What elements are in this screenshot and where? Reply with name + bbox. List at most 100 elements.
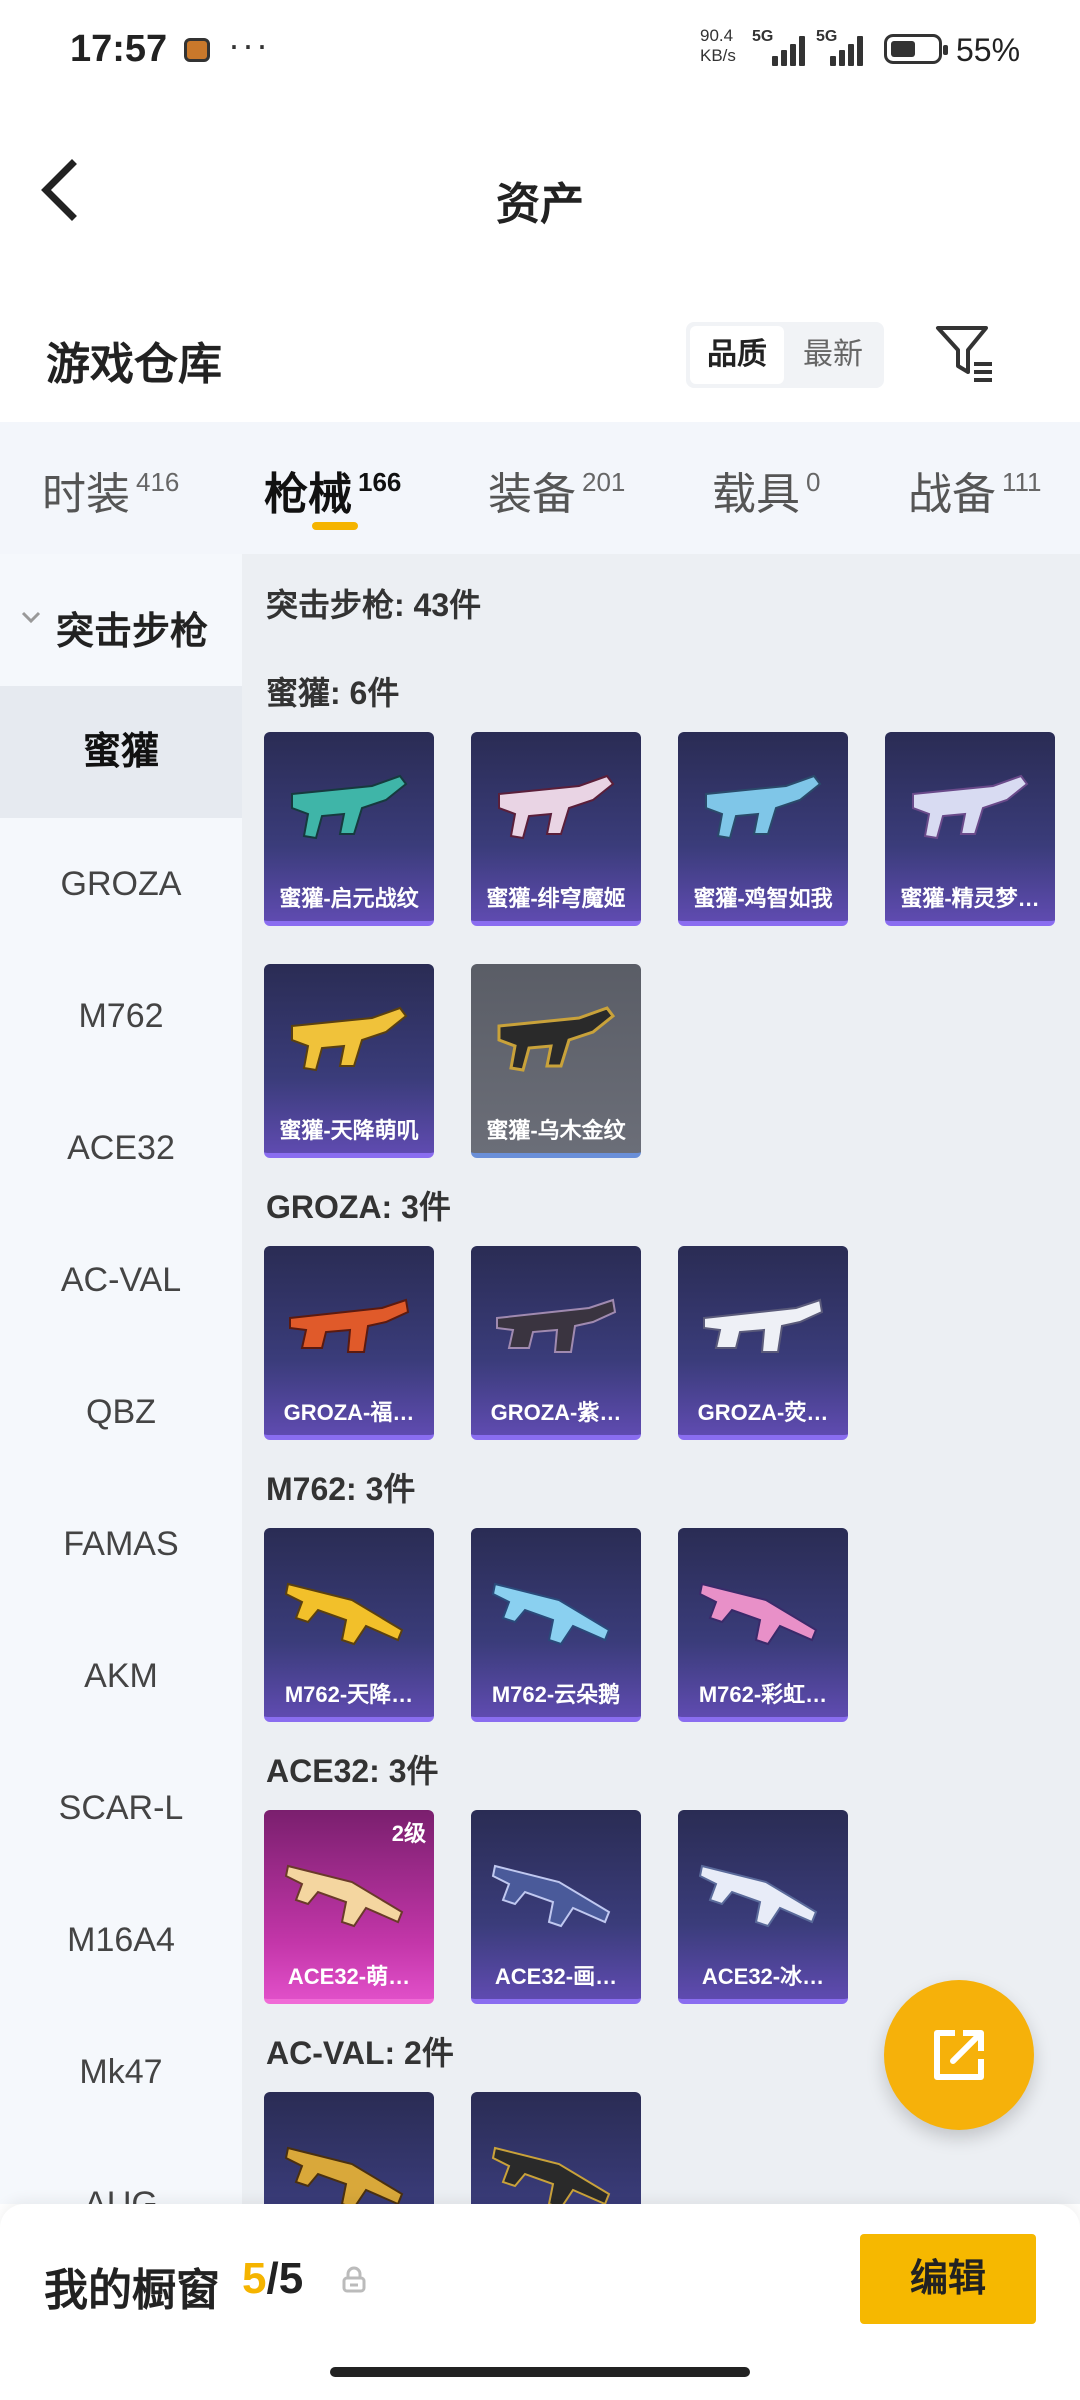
rifle-icon [284,1864,404,1928]
page-header: 资产 [0,100,1080,280]
more-notifications-icon: ··· [228,24,270,65]
sidebar-item-ace32[interactable]: ACE32 [0,1082,242,1214]
sidebar-item-mk47[interactable]: Mk47 [0,2006,242,2138]
weapon-grid: 突击步枪: 43件 蜜獾: 6件 蜜獾-启元战纹 蜜獾-绯穹魔姬 蜜獾-鸡智如我… [242,554,1080,2204]
section-title: M762: 3件 [266,1471,416,1507]
sidebar-item-scar-l[interactable]: SCAR-L [0,1742,242,1874]
tab-count: 111 [1002,467,1042,497]
sort-quality-button[interactable]: 品质 [690,326,784,384]
weapon-name: ACE32-萌… [287,1964,411,1989]
active-tab-indicator [312,522,358,530]
weapon-card[interactable]: GROZA-福… [264,1246,434,1440]
sidebar-item-famas[interactable]: FAMAS [0,1478,242,1610]
weapon-name: ACE32-冰… [701,1964,825,1989]
sidebar-category[interactable]: 突击步枪 [0,554,242,686]
weapon-name: 蜜獾-精灵梦… [900,886,1040,911]
weapon-card[interactable]: 蜜獾-鸡智如我 [678,732,848,926]
rifle-icon [912,774,1029,840]
sidebar-category-label: 突击步枪 [56,611,209,653]
battery-icon [884,34,948,64]
section-title: AC-VAL: 2件 [266,2035,454,2071]
rifle-icon [491,1582,611,1646]
showcase-total: /5 [266,2254,304,2303]
weapon-card[interactable]: M762-天降… [264,1528,434,1722]
sidebar-item-akm[interactable]: AKM [0,1610,242,1742]
sidebar-item-ac-val[interactable]: AC-VAL [0,1214,242,1346]
share-icon [934,2030,984,2080]
sort-newest-button[interactable]: 最新 [786,326,880,384]
rifle-icon [284,1582,404,1646]
category-total: 突击步枪: 43件 [266,587,482,623]
edit-button[interactable]: 编辑 [860,2234,1036,2324]
weapon-card[interactable]: 蜜獾-精灵梦… [885,732,1055,926]
sidebar-item-groza[interactable]: GROZA [0,818,242,950]
rifle-icon [496,1298,617,1353]
section-title: 蜜獾: 6件 [266,675,400,711]
showcase-current: 5 [242,2254,267,2303]
net-speed: 90.4 KB/s [700,26,736,66]
weapon-card[interactable]: 蜜獾-天降萌叽 [264,964,434,1158]
weapon-card[interactable]: 蜜獾-乌木金纹 [471,964,641,1158]
page-title: 资产 [496,180,584,229]
weapon-card[interactable] [264,2092,434,2204]
rifle-icon [698,1864,818,1928]
weapon-name: M762-彩虹… [698,1682,828,1707]
weapon-card[interactable]: GROZA-荧… [678,1246,848,1440]
filter-button[interactable] [932,318,998,384]
share-button[interactable] [884,1980,1034,2130]
rifle-icon [291,1006,408,1072]
rifle-icon [284,2146,404,2204]
weapon-card[interactable]: 2级 ACE32-萌… [264,1810,434,2004]
weapon-card[interactable]: 蜜獾-绯穹魔姬 [471,732,641,926]
tab-firearms[interactable]: 枪械 166 [264,458,401,522]
sidebar-item-m16a4[interactable]: M16A4 [0,1874,242,2006]
tab-label: 战备 [908,470,996,519]
warehouse-title: 游戏仓库 [46,340,222,389]
chevron-down-icon [21,611,41,624]
weapon-name: GROZA-荧… [697,1400,829,1425]
sidebar-item-m762[interactable]: M762 [0,950,242,1082]
weapon-name: 蜜獾-鸡智如我 [693,886,833,911]
tab-label: 载具 [712,470,800,519]
tab-label: 装备 [488,470,576,519]
rifle-icon [498,774,615,840]
weapon-name: ACE32-画… [494,1964,618,1989]
section-title: GROZA: 3件 [266,1189,451,1225]
status-bar: 17:57 ··· 90.4 KB/s 5G 5G 55% [0,0,1080,100]
tab-vehicles[interactable]: 载具 0 [712,458,820,522]
rifle-icon [491,1864,611,1928]
tab-count: 416 [136,467,180,497]
weapon-card[interactable]: GROZA-紫… [471,1246,641,1440]
weapon-name: 蜜獾-天降萌叽 [279,1118,419,1143]
tab-fashion[interactable]: 时装 416 [42,458,179,522]
tab-label: 时装 [42,470,130,519]
tab-count: 0 [806,467,821,497]
rifle-icon [491,2146,611,2204]
weapon-card[interactable]: M762-彩虹… [678,1528,848,1722]
weapon-name: 蜜獾-启元战纹 [279,886,419,911]
weapon-card[interactable]: ACE32-冰… [678,1810,848,2004]
tab-equipment[interactable]: 装备 201 [488,458,625,522]
net-speed-unit: KB/s [700,46,736,65]
tab-supplies[interactable]: 战备 111 [908,458,1042,522]
lock-icon [342,2266,366,2293]
battery-percent: 55% [956,32,1021,68]
rifle-icon [703,1298,824,1353]
weapon-card[interactable]: ACE32-画… [471,1810,641,2004]
weapon-name: 蜜獾-乌木金纹 [486,1118,626,1143]
rifle-icon [289,1298,410,1353]
net-speed-value: 90.4 [700,26,734,45]
weapon-card[interactable]: M762-云朵鹅 [471,1528,641,1722]
showcase-label: 我的橱窗 [44,2266,220,2315]
filter-icon [936,326,992,382]
category-tabs: 时装 416 枪械 166 装备 201 载具 0 战备 111 [0,422,1080,554]
weapon-card[interactable] [471,2092,641,2204]
home-indicator[interactable] [330,2367,750,2377]
sidebar-item-aug[interactable]: AUG [0,2138,242,2204]
sort-toggle: 品质 最新 [686,322,884,388]
tab-count: 166 [358,467,402,497]
sidebar-item-qbz[interactable]: QBZ [0,1346,242,1478]
app-notification-icon [184,38,210,62]
weapon-card[interactable]: 蜜獾-启元战纹 [264,732,434,926]
sidebar-item-honey-badger[interactable]: 蜜獾 [0,686,242,818]
